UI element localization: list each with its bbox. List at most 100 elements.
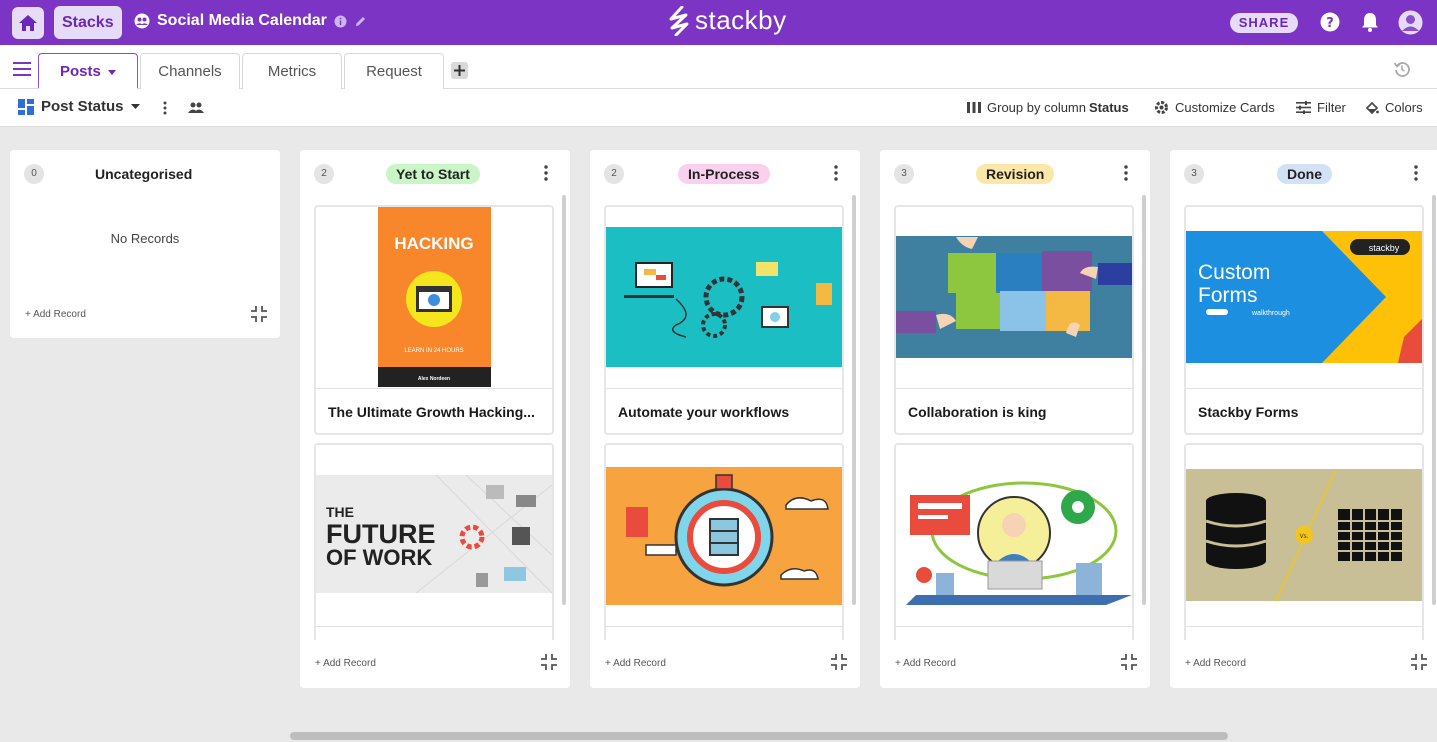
collapse-icon[interactable] [540,653,558,671]
record-card[interactable]: Vs. [1184,443,1424,640]
add-record-button[interactable]: + Add Record [25,309,86,320]
record-card[interactable]: HACKING LEARN IN 24 HOURS Alex Nordeen T… [314,205,554,435]
column-title[interactable]: Done [1277,164,1332,184]
add-record-button[interactable]: + Add Record [895,658,956,669]
no-records-text: No Records [110,231,180,246]
image-caption: Alex Nordeen [418,376,450,382]
tab-posts[interactable]: Posts [38,53,138,89]
stack-title-group: Social Media Calendar [134,12,367,30]
home-icon [19,15,37,31]
add-record-button[interactable]: + Add Record [1185,658,1246,669]
image-caption: walkthrough [1251,310,1290,317]
customize-cards-button[interactable]: Customize Cards [1154,100,1275,115]
column-uncategorised: 0 Uncategorised No Records + Add Record [10,150,280,338]
collapse-icon[interactable] [1410,653,1428,671]
columns-icon [967,102,981,113]
colors-button[interactable]: Colors [1365,100,1423,115]
column-menu-icon[interactable] [544,165,548,181]
image-caption: OF WORK [326,545,432,570]
group-icon [134,13,150,29]
card-title: Stackby Forms [1186,388,1422,433]
home-button[interactable] [12,7,44,39]
card-cover-image: THE FUTURE OF WORK [316,445,552,625]
history-icon[interactable] [1393,60,1411,78]
column-menu-icon[interactable] [1124,165,1128,181]
column-in-process: 2 In-Process Automate your workflows + A… [590,150,860,688]
customize-cards-label: Customize Cards [1175,100,1275,115]
image-caption: HACKING [394,234,473,253]
group-by-button[interactable]: Group by column Status [967,100,1129,115]
add-record-button[interactable]: + Add Record [605,658,666,669]
group-by-field: Status [1089,100,1129,115]
filter-label: Filter [1317,100,1346,115]
collapse-icon[interactable] [250,305,268,323]
collapse-icon[interactable] [830,653,848,671]
vertical-scrollbar[interactable] [852,195,856,605]
horizontal-scrollbar[interactable] [290,732,1228,740]
view-name: Post Status [41,98,124,115]
record-card[interactable] [894,443,1134,640]
record-card[interactable] [604,443,844,640]
vertical-scrollbar[interactable] [562,195,566,605]
hamburger-menu-icon[interactable] [13,62,31,76]
more-vertical-icon[interactable] [163,101,167,115]
card-cover-image: Vs. [1186,445,1422,625]
caret-down-icon [108,70,117,75]
column-title[interactable]: Uncategorised [85,164,202,184]
card-title [316,626,552,640]
column-title[interactable]: Yet to Start [386,164,480,184]
column-revision: 3 Revision Collaboration is king + Add R… [880,150,1150,688]
view-selector[interactable]: Post Status [18,98,140,115]
card-title [606,626,842,640]
column-title[interactable]: In-Process [678,164,770,184]
tab-channels[interactable]: Channels [140,53,240,89]
filter-icon [1296,101,1311,114]
group-by-label: Group by column [987,100,1086,115]
avatar-icon[interactable] [1398,10,1423,35]
share-button[interactable]: SHARE [1230,13,1298,33]
record-count-badge: 0 [24,164,44,184]
record-card[interactable]: THE FUTURE OF WORK [314,443,554,640]
record-card[interactable]: Collaboration is king [894,205,1134,435]
add-record-button[interactable]: + Add Record [315,658,376,669]
column-menu-icon[interactable] [834,165,838,181]
vertical-scrollbar[interactable] [1142,195,1146,605]
card-cover-image: HACKING LEARN IN 24 HOURS Alex Nordeen [316,207,552,387]
users-icon[interactable] [188,102,204,113]
edit-icon[interactable] [354,15,367,28]
column-menu-icon[interactable] [1414,165,1418,181]
stack-title[interactable]: Social Media Calendar [157,12,327,30]
stacks-button[interactable]: Stacks [54,6,122,39]
image-caption: LEARN IN 24 HOURS [404,348,463,354]
record-card[interactable]: stackby Custom Forms walkthrough Stackby… [1184,205,1424,435]
image-caption: THE [326,504,354,520]
cards-list[interactable]: HACKING LEARN IN 24 HOURS Alex Nordeen T… [314,205,554,640]
collapse-icon[interactable] [1120,653,1138,671]
help-icon[interactable]: ? [1320,12,1340,32]
card-cover-image [896,207,1132,387]
cards-list[interactable]: Automate your workflows [604,205,844,640]
cards-list[interactable]: stackby Custom Forms walkthrough Stackby… [1184,205,1424,640]
bell-icon[interactable] [1361,12,1379,32]
gear-icon [1155,101,1168,114]
column-title[interactable]: Revision [976,164,1055,184]
svg-text:?: ? [1326,16,1334,31]
cards-list[interactable]: Collaboration is king [894,205,1134,640]
card-cover-image [896,445,1132,625]
tab-label: Posts [59,63,101,80]
tab-metrics[interactable]: Metrics [242,53,342,89]
tab-request[interactable]: Request [344,53,444,89]
info-icon[interactable] [334,15,347,28]
record-count-badge: 2 [604,164,624,184]
column-yet-to-start: 2 Yet to Start HACKING LEARN IN 24 HOURS… [300,150,570,688]
card-cover-image [606,445,842,625]
vertical-scrollbar[interactable] [1432,195,1436,605]
column-done: 3 Done stackby Custom Forms walkthrough … [1170,150,1437,688]
record-card[interactable]: Automate your workflows [604,205,844,435]
filter-button[interactable]: Filter [1296,100,1346,115]
view-toolbar: Post Status Group by column Status Custo… [0,89,1437,127]
kanban-view-icon [18,98,34,115]
image-caption: Vs. [1300,534,1309,540]
card-title [896,626,1132,640]
add-tab-button[interactable] [451,62,468,79]
